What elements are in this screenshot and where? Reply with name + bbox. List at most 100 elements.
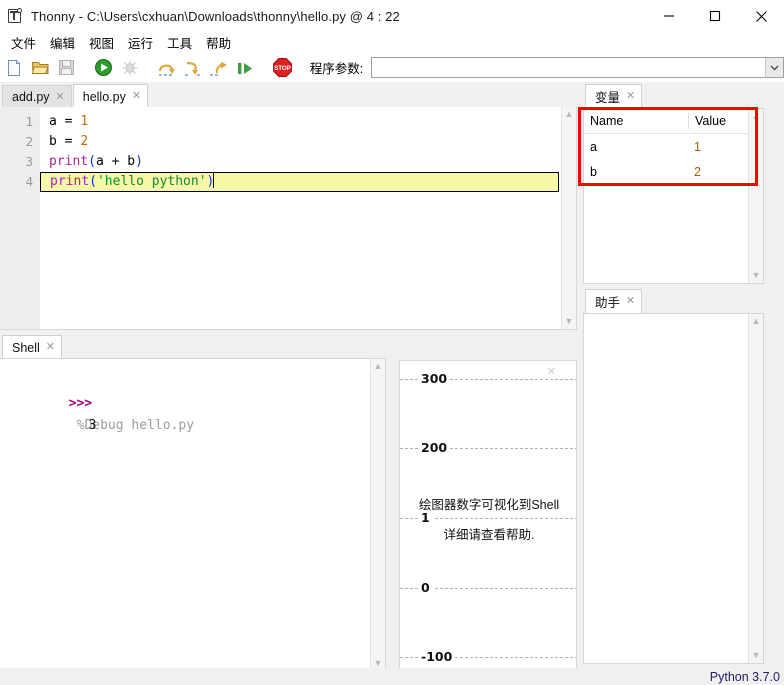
- code-token-name: a =: [49, 114, 81, 129]
- code-token-paren: ): [135, 154, 143, 169]
- run-icon[interactable]: [92, 56, 115, 80]
- program-args-input[interactable]: [372, 58, 766, 77]
- resume-icon[interactable]: [233, 56, 256, 80]
- plotter-panel[interactable]: ✕ 300 200 1 0 -100 绘图器数字可视化到Shell 详细请查看帮…: [399, 360, 577, 670]
- close-icon[interactable]: ✕: [132, 91, 141, 102]
- shell-output[interactable]: >>> %Debug hello.py 3: [0, 359, 370, 671]
- close-icon[interactable]: ✕: [626, 91, 635, 102]
- scroll-up-icon[interactable]: ▲: [752, 317, 761, 326]
- plot-gridline-row: 300: [400, 371, 576, 386]
- assistant-scrollbar[interactable]: ▲ ▼: [748, 314, 763, 663]
- code-line[interactable]: print(a + b): [40, 152, 561, 172]
- menu-item-run[interactable]: 运行: [121, 32, 160, 53]
- menu-item-tools[interactable]: 工具: [160, 32, 199, 53]
- window-controls: [646, 0, 784, 32]
- assistant-tab[interactable]: 助手 ✕: [585, 289, 643, 313]
- menu-item-view[interactable]: 视图: [82, 32, 121, 53]
- close-icon[interactable]: ✕: [56, 91, 65, 103]
- shell-panel[interactable]: >>> %Debug hello.py 3 ▲ ▼: [0, 358, 386, 672]
- code-text-area[interactable]: a = 1 b = 2 print(a + b) print('hello py…: [40, 107, 561, 329]
- menu-item-help[interactable]: 帮助: [199, 32, 238, 53]
- scroll-down-icon[interactable]: ▼: [752, 651, 761, 660]
- toolbar: STOP 程序参数:: [0, 53, 784, 82]
- scroll-up-icon[interactable]: ▲: [374, 362, 383, 371]
- step-out-icon[interactable]: [208, 56, 231, 80]
- scroll-down-icon[interactable]: ▼: [565, 317, 574, 326]
- scrollbar-thumb[interactable]: [750, 123, 762, 269]
- variable-value: 2: [694, 164, 701, 179]
- shell-line: >>> %Debug hello.py: [6, 371, 370, 433]
- variables-tab-label: 变量: [595, 91, 621, 105]
- menu-bar: 文件 编辑 视图 运行 工具 帮助: [0, 32, 784, 53]
- variables-table-header: Name Value: [584, 109, 748, 134]
- minimize-button[interactable]: [646, 0, 692, 32]
- code-token-paren: (: [88, 154, 96, 169]
- chevron-down-icon[interactable]: [765, 58, 784, 77]
- variables-table: Name Value a 1 b 2: [584, 109, 748, 283]
- shell-tab[interactable]: Shell ✕: [2, 335, 63, 359]
- variables-panel[interactable]: Name Value a 1 b 2 ▲ ▼: [583, 108, 764, 284]
- editor-tab-hello-py[interactable]: hello.py ✕: [72, 84, 149, 108]
- editor-tab-add-py[interactable]: add.py ✕: [2, 85, 72, 108]
- menu-item-file[interactable]: 文件: [4, 32, 43, 53]
- table-row[interactable]: a 1: [584, 134, 748, 159]
- editor-tab-bar: add.py ✕ hello.py ✕: [2, 84, 149, 108]
- column-header-name[interactable]: Name: [584, 114, 688, 128]
- plot-gridline-row: 200: [400, 440, 576, 455]
- scrollbar-thumb[interactable]: [563, 121, 575, 315]
- code-line[interactable]: a = 1: [40, 112, 561, 132]
- close-icon[interactable]: ✕: [626, 296, 635, 307]
- close-icon[interactable]: ✕: [547, 365, 556, 378]
- scroll-up-icon[interactable]: ▲: [752, 112, 761, 121]
- program-args-combobox[interactable]: [371, 57, 784, 78]
- program-args-label: 程序参数:: [309, 62, 364, 76]
- line-number: 2: [25, 134, 33, 149]
- stop-icon[interactable]: STOP: [271, 56, 294, 80]
- step-into-icon[interactable]: [182, 56, 205, 80]
- new-file-icon[interactable]: [3, 56, 26, 80]
- variable-name: b: [590, 164, 597, 179]
- line-number: 3: [25, 154, 33, 169]
- editor-scrollbar[interactable]: ▲ ▼: [561, 107, 576, 329]
- assistant-tab-label: 助手: [595, 296, 621, 310]
- menu-item-edit[interactable]: 编辑: [43, 32, 82, 53]
- column-header-value[interactable]: Value: [688, 113, 748, 129]
- code-line-current-debug[interactable]: print('hello python'): [40, 172, 559, 192]
- shell-tab-label: Shell: [12, 340, 40, 355]
- plot-gridline-row: -100: [400, 649, 576, 664]
- step-over-icon[interactable]: [156, 56, 179, 80]
- variable-name: a: [590, 139, 597, 154]
- open-file-icon[interactable]: [29, 56, 52, 80]
- scroll-down-icon[interactable]: ▼: [752, 271, 761, 280]
- plotter-message-line1: 绘图器数字可视化到Shell: [418, 498, 560, 512]
- plotter-message-line2: 详细请查看帮助.: [443, 528, 535, 542]
- code-editor[interactable]: 1 2 3 4 a = 1 b = 2 print(a + b) print('…: [0, 107, 577, 330]
- variables-tab[interactable]: 变量 ✕: [585, 84, 643, 108]
- line-number: 1: [25, 114, 33, 129]
- code-token-kw: print: [49, 154, 89, 169]
- interpreter-label: Python 3.7.0: [709, 669, 780, 684]
- shell-scrollbar[interactable]: ▲ ▼: [370, 359, 385, 671]
- thonny-logo-icon: [8, 8, 24, 24]
- variables-scrollbar[interactable]: ▲ ▼: [748, 109, 763, 283]
- text-caret: [213, 173, 215, 188]
- window-title: Thonny - C:\Users\cxhuan\Downloads\thonn…: [31, 8, 400, 24]
- assistant-panel[interactable]: ▲ ▼: [583, 313, 764, 664]
- code-token-str: 'hello python': [96, 174, 207, 189]
- maximize-button[interactable]: [692, 0, 738, 32]
- plot-axis-label: 0: [418, 580, 433, 595]
- scroll-up-icon[interactable]: ▲: [565, 110, 574, 119]
- save-file-icon: [55, 56, 78, 80]
- scroll-down-icon[interactable]: ▼: [374, 659, 383, 668]
- scrollbar-thumb[interactable]: [372, 373, 384, 657]
- close-button[interactable]: [738, 0, 784, 32]
- table-row[interactable]: b 2: [584, 159, 748, 184]
- editor-tab-label: hello.py: [82, 89, 126, 104]
- thonny-window: Thonny - C:\Users\cxhuan\Downloads\thonn…: [0, 0, 784, 685]
- editor-tab-label: add.py: [12, 90, 50, 104]
- close-icon[interactable]: ✕: [46, 342, 55, 353]
- title-bar: Thonny - C:\Users\cxhuan\Downloads\thonn…: [0, 0, 784, 32]
- scrollbar-thumb[interactable]: [750, 328, 762, 649]
- plot-axis-label: 200: [418, 440, 451, 455]
- code-line[interactable]: b = 2: [40, 132, 561, 152]
